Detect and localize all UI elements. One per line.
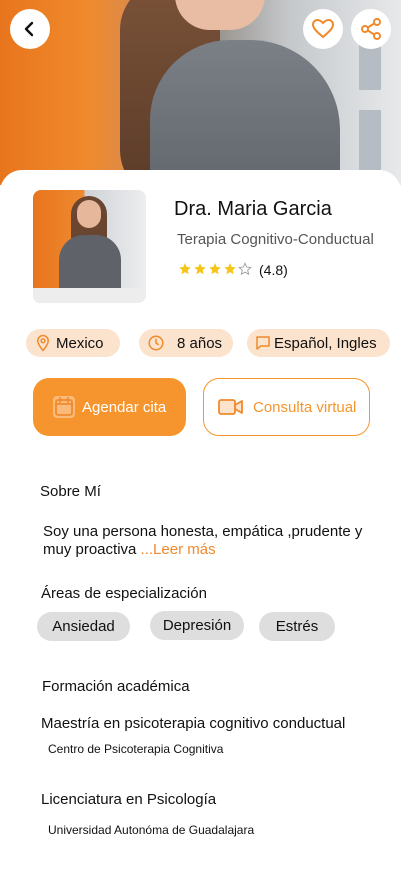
- location-chip: Mexico: [26, 329, 120, 357]
- virtual-consultation-button[interactable]: Consulta virtual: [203, 378, 370, 436]
- schedule-appointment-label: Agendar cita: [82, 398, 167, 416]
- star-icon: [209, 263, 221, 275]
- specialization-tag[interactable]: Depresión: [150, 611, 244, 640]
- schedule-appointment-button[interactable]: Agendar cita: [33, 378, 186, 436]
- specialization-title: Áreas de especialización: [41, 585, 207, 602]
- star-icon: [238, 262, 252, 276]
- education-degree: Licenciatura en Psicología: [41, 791, 217, 808]
- share-icon: [361, 18, 381, 40]
- video-camera-icon: [218, 399, 243, 415]
- education-degree: Maestría en psicoterapia cognitivo condu…: [41, 715, 346, 732]
- location-label: Mexico: [56, 334, 104, 352]
- languages-chip: Español, Ingles: [247, 329, 390, 357]
- heart-icon: [311, 18, 335, 39]
- about-text: Soy una persona honesta, empática ,prude…: [43, 523, 388, 559]
- avatar: [33, 190, 146, 303]
- about-title: Sobre Mí: [40, 483, 101, 500]
- chat-icon: [256, 336, 270, 350]
- read-more-link[interactable]: ...Leer más: [141, 541, 216, 558]
- star-icon: [224, 263, 236, 275]
- calendar-icon: [53, 396, 75, 418]
- doctor-specialty: Terapia Cognitivo-Conductual: [177, 231, 374, 248]
- chevron-left-icon: [24, 21, 34, 37]
- experience-chip: 8 años: [139, 329, 233, 357]
- education-title: Formación académica: [42, 678, 190, 695]
- share-button[interactable]: [351, 9, 391, 49]
- specialization-tag[interactable]: Estrés: [259, 612, 335, 641]
- doctor-name: Dra. Maria Garcia: [174, 198, 332, 220]
- specialization-tag[interactable]: Ansiedad: [37, 612, 130, 641]
- star-icon: [179, 263, 191, 275]
- education-institution: Centro de Psicoterapia Cognitiva: [48, 742, 224, 756]
- favorite-button[interactable]: [303, 9, 343, 49]
- virtual-consultation-label: Consulta virtual: [253, 398, 357, 416]
- rating-stars: [178, 262, 252, 276]
- back-button[interactable]: [10, 9, 50, 49]
- clock-icon: [148, 335, 164, 351]
- star-icon: [194, 263, 206, 275]
- experience-label: 8 años: [177, 334, 223, 352]
- map-pin-icon: [36, 334, 50, 352]
- rating-value: (4.8): [259, 262, 288, 278]
- languages-label: Español, Ingles: [274, 334, 377, 352]
- education-institution: Universidad Autonóma de Guadalajara: [48, 823, 255, 837]
